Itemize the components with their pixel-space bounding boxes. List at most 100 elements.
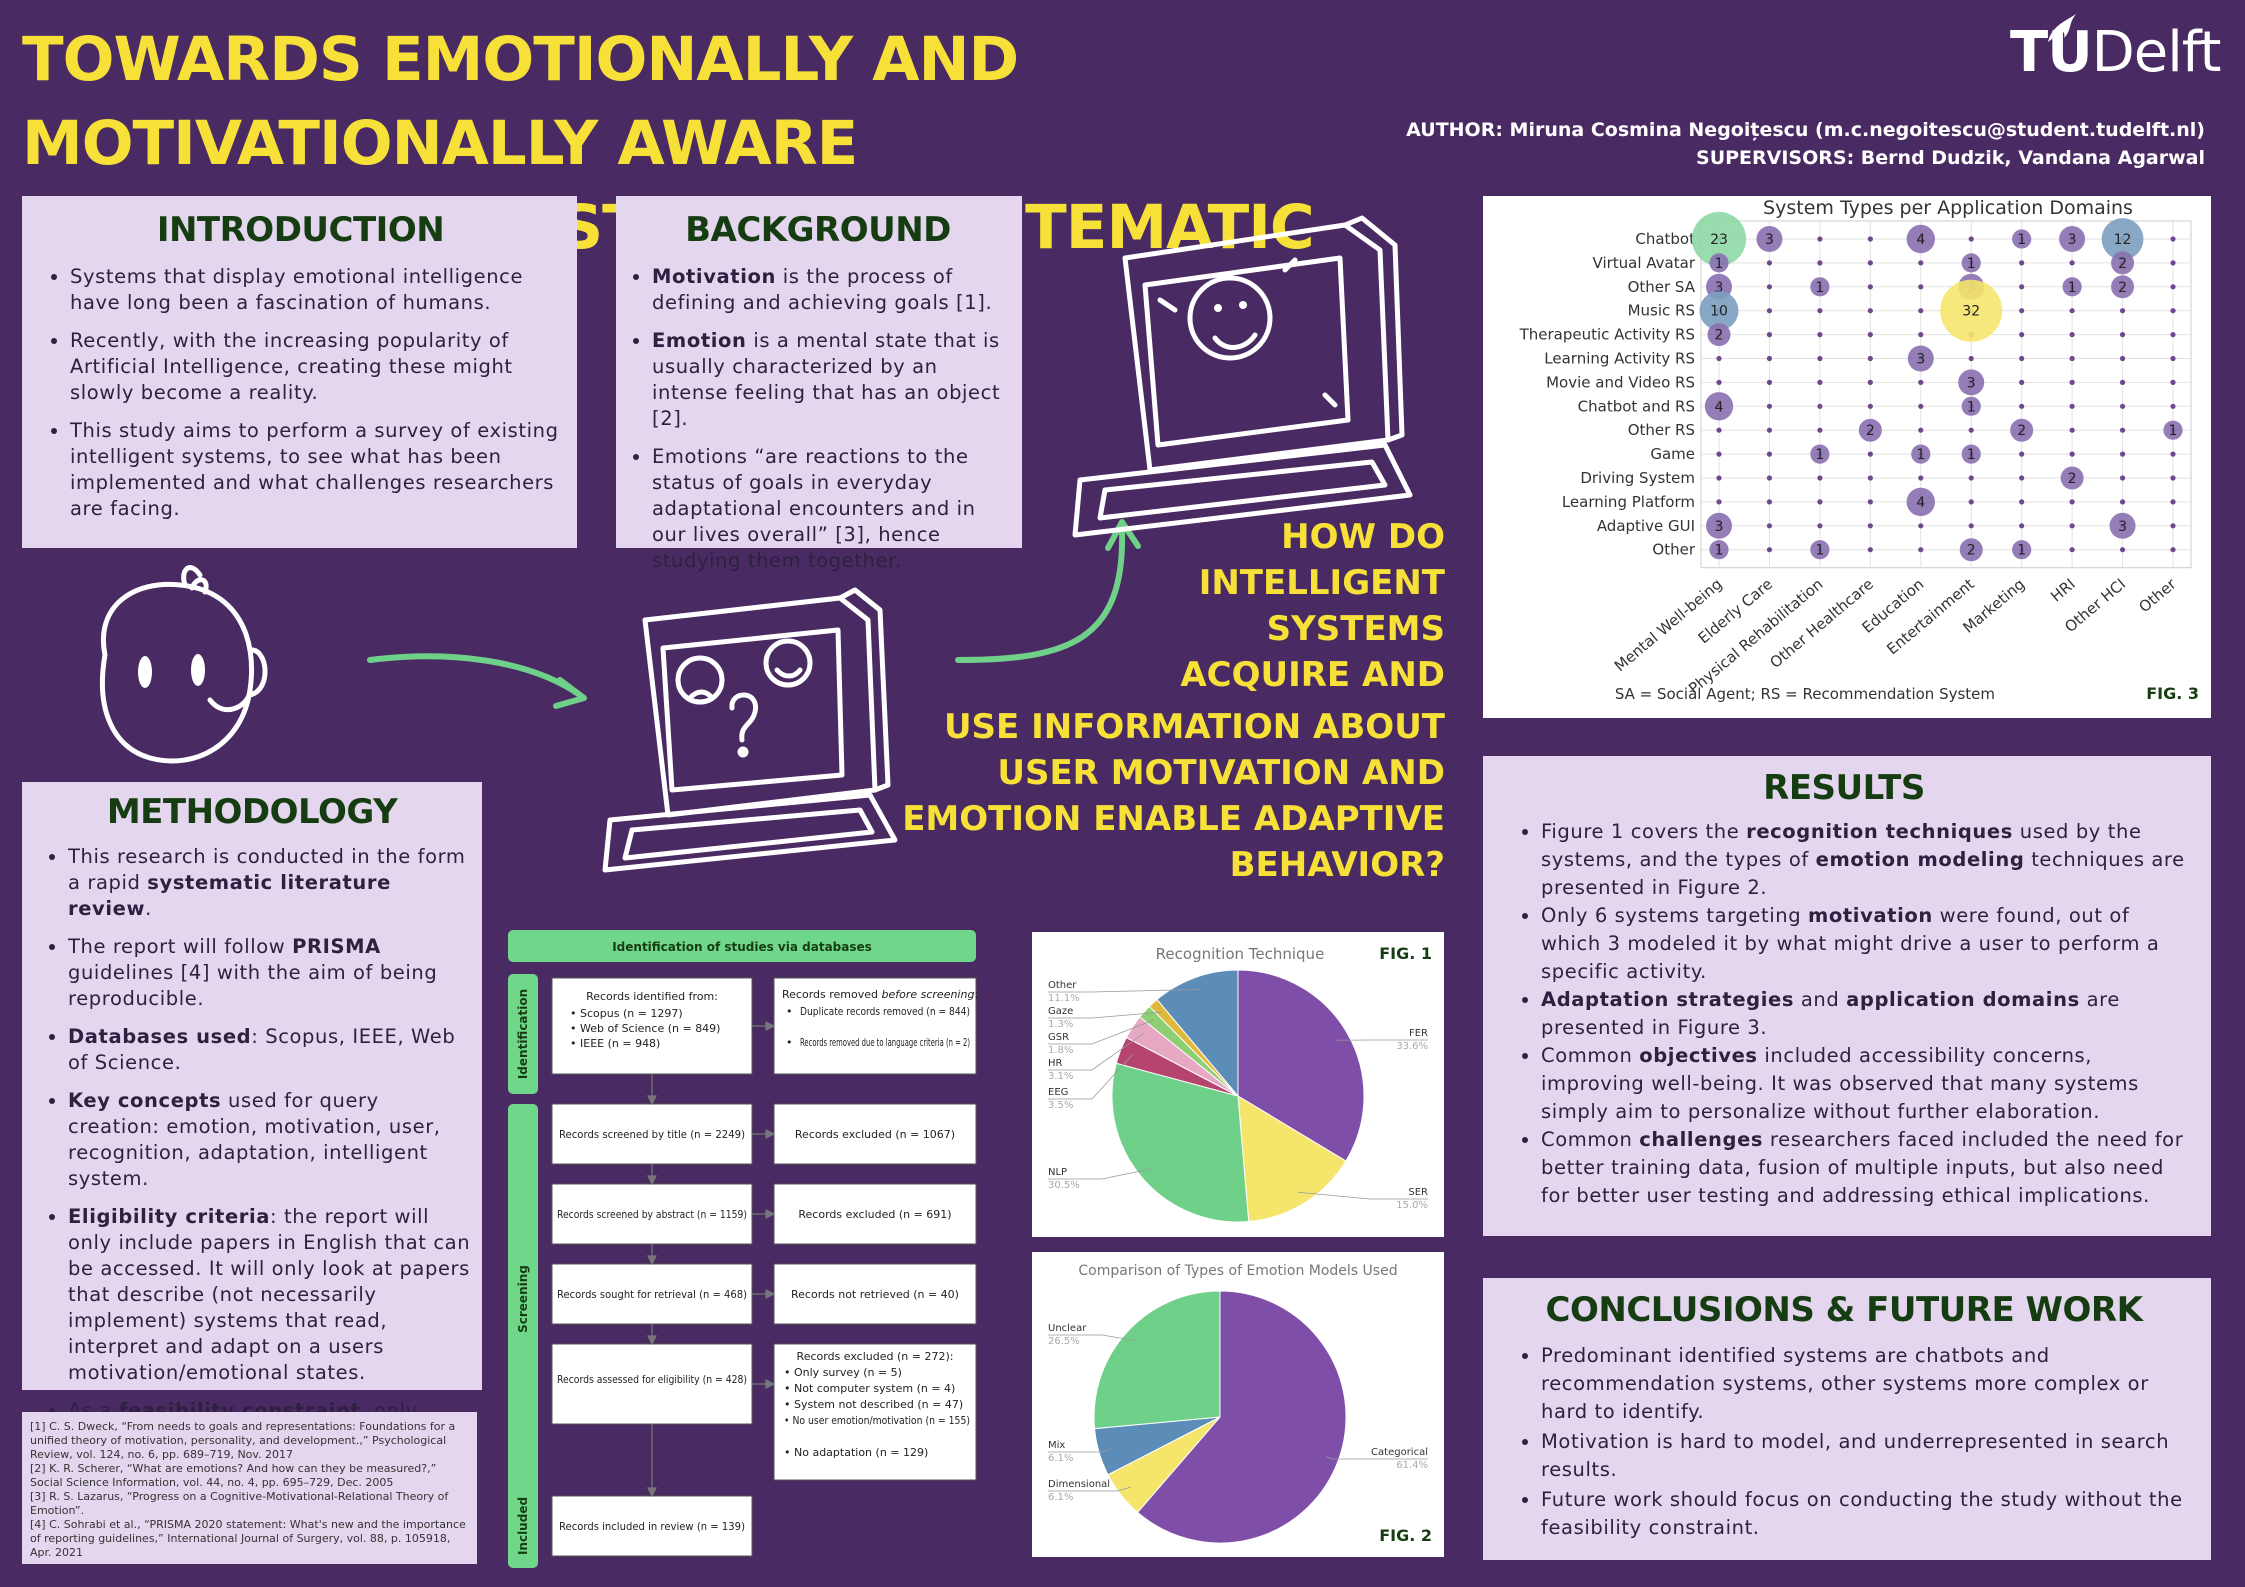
fig3-grid-dot [1867, 547, 1873, 553]
fig3-grid-dot [2170, 475, 2176, 481]
fig3-grid-dot [1716, 355, 1722, 362]
prisma-arrows [647, 1021, 776, 1498]
fig3-grid-dot [2019, 379, 2025, 385]
fig3-grid-dot [2170, 403, 2176, 409]
fig3-grid-dot [1766, 403, 1773, 409]
happy-computer-illustration [1072, 215, 1413, 538]
prisma-flow-diagram: Identification of studies via databases … [508, 930, 978, 1568]
methodology-item: This research is conducted in the form a… [68, 844, 474, 922]
fig3-grid-dot [2170, 284, 2176, 290]
fig2-slice-label: Categorical [1371, 1447, 1428, 1458]
results-list: Figure 1 covers the recognition techniqu… [1495, 818, 2193, 1210]
fig3-grid-dot [1968, 355, 1974, 362]
fig3-y-tick-label: Chatbot and RS [1578, 397, 1695, 415]
fig3-y-tick-label: Driving System [1580, 469, 1695, 487]
fig3-bubble-label: 4 [1715, 399, 1724, 415]
fig3-grid-dot [1817, 427, 1823, 433]
fig3-grid-dot [2069, 499, 2075, 505]
fig3-y-tick-label: Other SA [1628, 278, 1696, 296]
fig3-grid-dot [2019, 451, 2025, 457]
fig3-title: System Types per Application Domains [1763, 197, 2133, 219]
conclusions-heading: CONCLUSIONS & FUTURE WORK [1545, 1290, 2143, 1330]
conclusions-item: Predominant identified systems are chatb… [1541, 1342, 2193, 1426]
prisma-list-item: Scopus (n = 1297) [580, 1007, 683, 1020]
fig1-slice-pct: 3.1% [1048, 1071, 1073, 1082]
prisma-text: • Only survey (n = 5) [784, 1366, 902, 1379]
fig3-grid-dot [1918, 332, 1924, 338]
fig3-y-tick-label: Other RS [1628, 421, 1695, 439]
fig3-bubble-label: 1 [1715, 256, 1724, 272]
fig3-bubble-label: 4 [1916, 232, 1925, 248]
prisma-text: Records screened by abstract (n = 1159) [557, 1208, 747, 1221]
fig3-grid-dot [1766, 355, 1773, 362]
fig1-slice-label: NLP [1048, 1167, 1067, 1178]
fig1-slice-pct: 3.5% [1048, 1100, 1073, 1111]
results-heading: RESULTS [1763, 768, 1925, 808]
methodology-item: Eligibility criteria: the report will on… [68, 1204, 474, 1386]
prisma-text: Records not retrieved (n = 40) [791, 1288, 959, 1301]
references-box: [1] C. S. Dweck, “From needs to goals an… [22, 1412, 477, 1564]
prisma-text: Records assessed for eligibility (n = 42… [557, 1373, 747, 1386]
fig3-bubble-label: 2 [1967, 543, 1976, 559]
fig3-grid-dot [2019, 499, 2025, 505]
fig3-bubble-label: 3 [2118, 519, 2127, 535]
fig3-grid-dot [1817, 332, 1823, 338]
methodology-bold: PRISMA [292, 935, 381, 958]
fig2-slice-unclear [1093, 1290, 1221, 1430]
results-text: Common [1541, 1044, 1640, 1067]
question-line: USE INFORMATION ABOUT [943, 707, 1445, 747]
fig3-grid-dot [1766, 475, 1773, 481]
fig3-grid-dot [1867, 451, 1873, 457]
reference-item: [1] C. S. Dweck, “From needs to goals an… [30, 1420, 456, 1461]
results-item: Figure 1 covers the recognition techniqu… [1541, 818, 2193, 902]
fig3-grid-dot [1716, 499, 1722, 505]
methodology-bold: Eligibility criteria [68, 1205, 271, 1228]
question-line: SYSTEMS [1266, 609, 1445, 649]
fig3-grid-dot [1817, 308, 1823, 314]
methodology-item: Databases used: Scopus, IEEE, Web of Sci… [68, 1024, 474, 1076]
fig3-x-tick-label: Entertainment [1883, 575, 1978, 658]
fig3-grid-dot [1817, 379, 1823, 385]
fig3-bubble-label: 1 [1815, 280, 1824, 296]
fig1-slice-pct: 33.6% [1396, 1041, 1428, 1052]
prisma-box-excluded-3 [773, 1343, 977, 1481]
fig3-y-tick-label: Learning Activity RS [1544, 350, 1695, 368]
fig3-grid-dot [1968, 499, 1974, 505]
fig3-grid-dot [1766, 308, 1773, 314]
fig3-grid-dot [1918, 284, 1924, 290]
fig3-grid-dot [2170, 547, 2176, 553]
fig1-slice-pct: 11.1% [1048, 993, 1080, 1004]
phase-label: Screening [516, 1265, 530, 1333]
fig3-grid-dot [2019, 284, 2025, 290]
prisma-text: Records identified from: [586, 990, 718, 1003]
fig1-slice-pct: 30.5% [1048, 1180, 1080, 1191]
fig3-grid-dot [1968, 475, 1974, 481]
fig3-grid-dot [1766, 451, 1773, 457]
fig3-bubble-label: 4 [1916, 495, 1925, 511]
svg-text:•: • [786, 1005, 793, 1018]
prisma-text: • No user emotion/motivation (n = 155) [784, 1414, 970, 1427]
results-text: Only 6 systems targeting [1541, 904, 1808, 927]
confused-computer-illustration [602, 587, 898, 873]
results-text: and [1794, 988, 1847, 1011]
fig3-grid-dot [2069, 260, 2075, 266]
fig3-grid-dot [2019, 308, 2025, 314]
conclusions-list: Predominant identified systems are chatb… [1495, 1342, 2193, 1542]
fig2-slice-pct: 61.4% [1396, 1460, 1428, 1471]
fig3-grid-dot [1766, 427, 1773, 433]
fig3-grid-dot [1716, 379, 1722, 385]
fig3-grid-dot [2069, 427, 2075, 433]
fig3-grid-dot [1766, 379, 1773, 385]
question-line: INTELLIGENT [1198, 563, 1445, 603]
fig3-grid-dot [1817, 499, 1823, 505]
fig3-bubble-label: 3 [1765, 232, 1774, 248]
phase-label: Identification [516, 989, 530, 1079]
fig3-bubble-label: 1 [1967, 447, 1976, 463]
fig1-slice-pct: 1.3% [1048, 1019, 1073, 1030]
fig3-x-tick-label: Other [2135, 574, 2180, 616]
results-item: Common challenges researchers faced incl… [1541, 1126, 2193, 1210]
fig3-grid-dot [1867, 475, 1873, 481]
prisma-text: Records screened by title (n = 2249) [559, 1128, 745, 1141]
fig3-grid-dot [1867, 260, 1873, 266]
methodology-panel: METHODOLOGY This research is conducted i… [22, 782, 482, 1448]
